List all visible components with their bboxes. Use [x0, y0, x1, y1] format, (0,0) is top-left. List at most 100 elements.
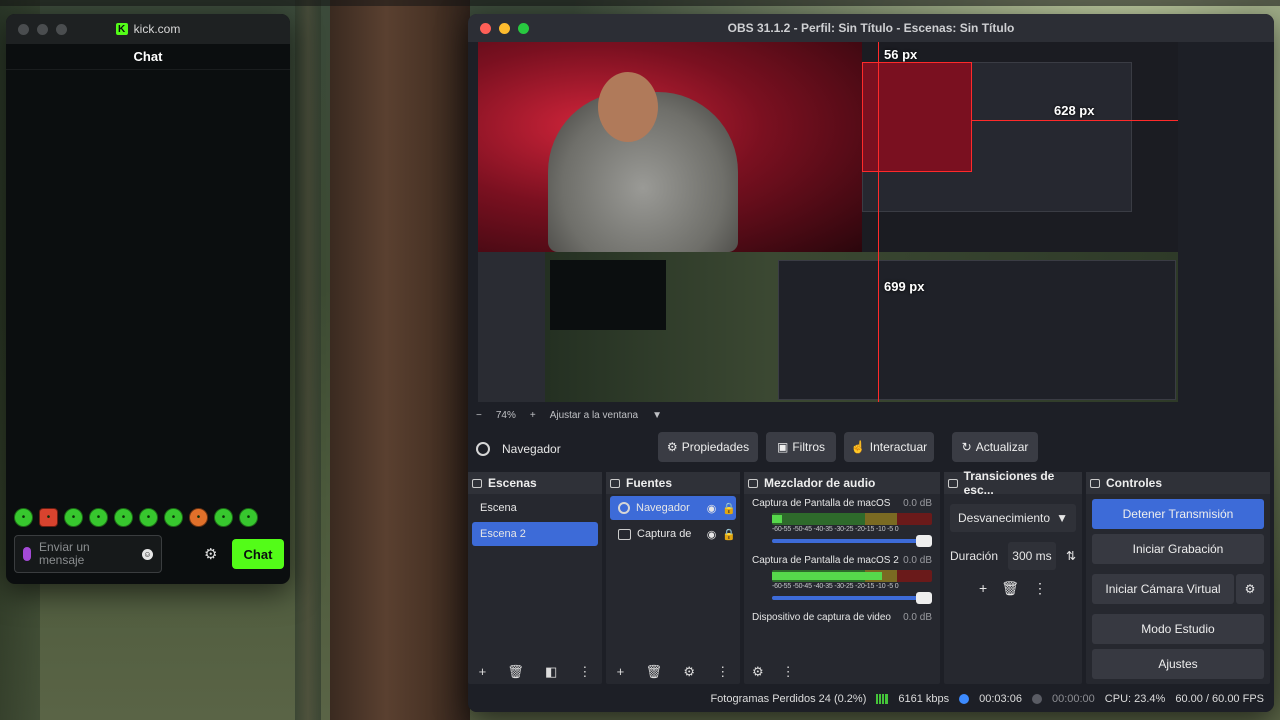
settings-button[interactable]: Ajustes: [1092, 649, 1264, 679]
add-icon[interactable]: +: [979, 580, 987, 597]
eye-icon[interactable]: ◉: [707, 528, 717, 541]
properties-label: Propiedades: [681, 440, 750, 454]
emote-icon[interactable]: •: [114, 508, 133, 527]
emoji-picker-icon[interactable]: ☺: [142, 548, 153, 560]
dock-icon: [610, 478, 620, 488]
emote-icon[interactable]: •: [39, 508, 58, 527]
obs-titlebar[interactable]: OBS 31.1.2 - Perfil: Sin Título - Escena…: [468, 14, 1274, 42]
track-name: Dispositivo de captura de video: [752, 612, 891, 623]
more-vertical-icon[interactable]: ⋮: [1033, 580, 1047, 597]
stop-stream-button[interactable]: Detener Transmisión: [1092, 499, 1264, 529]
volume-slider[interactable]: [772, 535, 932, 547]
kick-logo-icon: K: [115, 23, 128, 35]
volume-meter: [772, 513, 932, 525]
lock-icon[interactable]: 🔒: [722, 502, 736, 515]
more-vertical-icon[interactable]: ⋮: [782, 664, 795, 680]
menu-bar: [0, 0, 1280, 6]
zoom-in-button[interactable]: +: [530, 410, 536, 421]
minimize-button[interactable]: [499, 22, 510, 34]
transitions-title: Transiciones de esc...: [963, 469, 1055, 497]
more-vertical-icon[interactable]: ⋮: [578, 664, 591, 680]
chat-message-input[interactable]: Enviar un mensaje ☺: [14, 535, 162, 573]
virtual-camera-gear-icon[interactable]: ⚙: [1236, 574, 1264, 604]
lock-icon[interactable]: 🔒: [722, 528, 736, 541]
preview-canvas[interactable]: 56 px 628 px 699 px: [478, 42, 1178, 402]
transition-selected: Desvanecimiento: [958, 511, 1051, 525]
mixer-dock-header[interactable]: Mezclador de audio: [744, 472, 940, 494]
filter-icon[interactable]: ◧: [545, 664, 557, 680]
meter-level: [772, 515, 782, 523]
source-item[interactable]: Captura de ◉ 🔒: [610, 522, 736, 546]
scenes-dock-header[interactable]: Escenas: [468, 472, 602, 494]
emote-icon[interactable]: •: [64, 508, 83, 527]
studio-mode-button[interactable]: Modo Estudio: [1092, 614, 1264, 644]
dock-area: Escenas Escena Escena 2 + 🗑 ◧ ⋮ Fuentes …: [468, 469, 1274, 684]
zoom-out-button[interactable]: −: [476, 410, 482, 421]
trash-icon[interactable]: 🗑: [507, 664, 524, 680]
properties-button[interactable]: ⚙ Propiedades: [658, 432, 758, 462]
transition-actions: + 🗑 ⋮: [944, 580, 1082, 597]
emote-icon[interactable]: •: [14, 508, 33, 527]
filters-button[interactable]: ▣ Filtros: [766, 432, 836, 462]
add-icon[interactable]: +: [617, 664, 625, 680]
zoom-bar: − 74% + Ajustar a la ventana ▼: [468, 402, 1274, 428]
distance-label-right: 628 px: [1054, 103, 1095, 118]
kick-url: K kick.com: [6, 22, 290, 36]
eye-icon[interactable]: ◉: [707, 502, 717, 515]
transitions-dock-header[interactable]: Transiciones de esc...: [944, 469, 1082, 497]
emote-icon[interactable]: •: [214, 508, 233, 527]
sources-footer: + 🗑 ⚙ ⋮: [606, 664, 740, 680]
chat-settings-gear-icon[interactable]: ⚙: [204, 545, 217, 563]
guide-line-horizontal: [972, 120, 1178, 121]
transition-select[interactable]: Desvanecimiento ▼: [950, 504, 1076, 532]
emote-icon[interactable]: •: [189, 508, 208, 527]
trash-icon[interactable]: 🗑: [1001, 580, 1019, 597]
slider-knob[interactable]: [916, 592, 932, 604]
send-chat-button[interactable]: Chat: [232, 539, 284, 569]
meter-level: [772, 572, 883, 580]
duration-input[interactable]: 300 ms: [1008, 542, 1056, 570]
start-virtual-camera-button[interactable]: Iniciar Cámara Virtual: [1092, 574, 1234, 604]
source-item-selected[interactable]: Navegador ◉ 🔒: [610, 496, 736, 520]
source-toolbar: Navegador ⚙ Propiedades ▣ Filtros ☝ Interac…: [468, 432, 1274, 466]
slider-knob[interactable]: [916, 535, 932, 547]
meter-scale: -60-55 -50-45 -40-35 -30-25 -20-15 -10 -…: [772, 583, 899, 590]
emote-icon[interactable]: •: [164, 508, 183, 527]
controls-dock-header[interactable]: Controles: [1086, 472, 1270, 494]
distance-label-top: 56 px: [884, 47, 918, 62]
microphone-icon[interactable]: [23, 547, 31, 561]
interact-button[interactable]: ☝ Interactuar: [844, 432, 934, 462]
filters-label: Filtros: [792, 440, 825, 454]
kick-titlebar[interactable]: K kick.com: [6, 14, 290, 44]
guide-line-vertical: [878, 42, 879, 402]
advanced-audio-gear-icon[interactable]: ⚙: [752, 664, 764, 680]
emote-icon[interactable]: •: [239, 508, 258, 527]
emote-icon[interactable]: •: [139, 508, 158, 527]
add-icon[interactable]: +: [479, 664, 487, 680]
chat-header: Chat: [6, 44, 290, 70]
gear-icon: ⚙: [666, 440, 678, 454]
track-db: 0.0 dB: [903, 612, 932, 623]
refresh-label: Actualizar: [975, 440, 1029, 454]
trash-icon[interactable]: 🗑: [646, 664, 663, 680]
zoom-fit-select[interactable]: Ajustar a la ventana: [550, 410, 638, 421]
scenes-dock: Escenas Escena Escena 2 + 🗑 ◧ ⋮: [468, 472, 602, 684]
zoom-button[interactable]: [518, 22, 529, 34]
start-recording-button[interactable]: Iniciar Grabación: [1092, 534, 1264, 564]
gear-icon[interactable]: ⚙: [683, 664, 695, 680]
sources-dock: Fuentes Navegador ◉ 🔒 Captura de ◉ 🔒 + 🗑…: [606, 472, 740, 684]
scene-item[interactable]: Escena: [472, 496, 598, 520]
volume-meter: [772, 570, 932, 582]
stepper-icon[interactable]: ⇅: [1066, 549, 1076, 563]
track-name: Captura de Pantalla de macOS: [752, 498, 891, 509]
dock-icon: [948, 478, 958, 488]
scene-item-selected[interactable]: Escena 2: [472, 522, 598, 546]
chevron-down-icon[interactable]: ▼: [652, 410, 662, 421]
sources-dock-header[interactable]: Fuentes: [606, 472, 740, 494]
cpu-usage: CPU: 23.4%: [1104, 693, 1166, 705]
emote-icon[interactable]: •: [89, 508, 108, 527]
refresh-button[interactable]: ↻ Actualizar: [952, 432, 1038, 462]
more-vertical-icon[interactable]: ⋮: [716, 664, 729, 680]
volume-slider[interactable]: [772, 592, 932, 604]
close-button[interactable]: [480, 22, 491, 34]
